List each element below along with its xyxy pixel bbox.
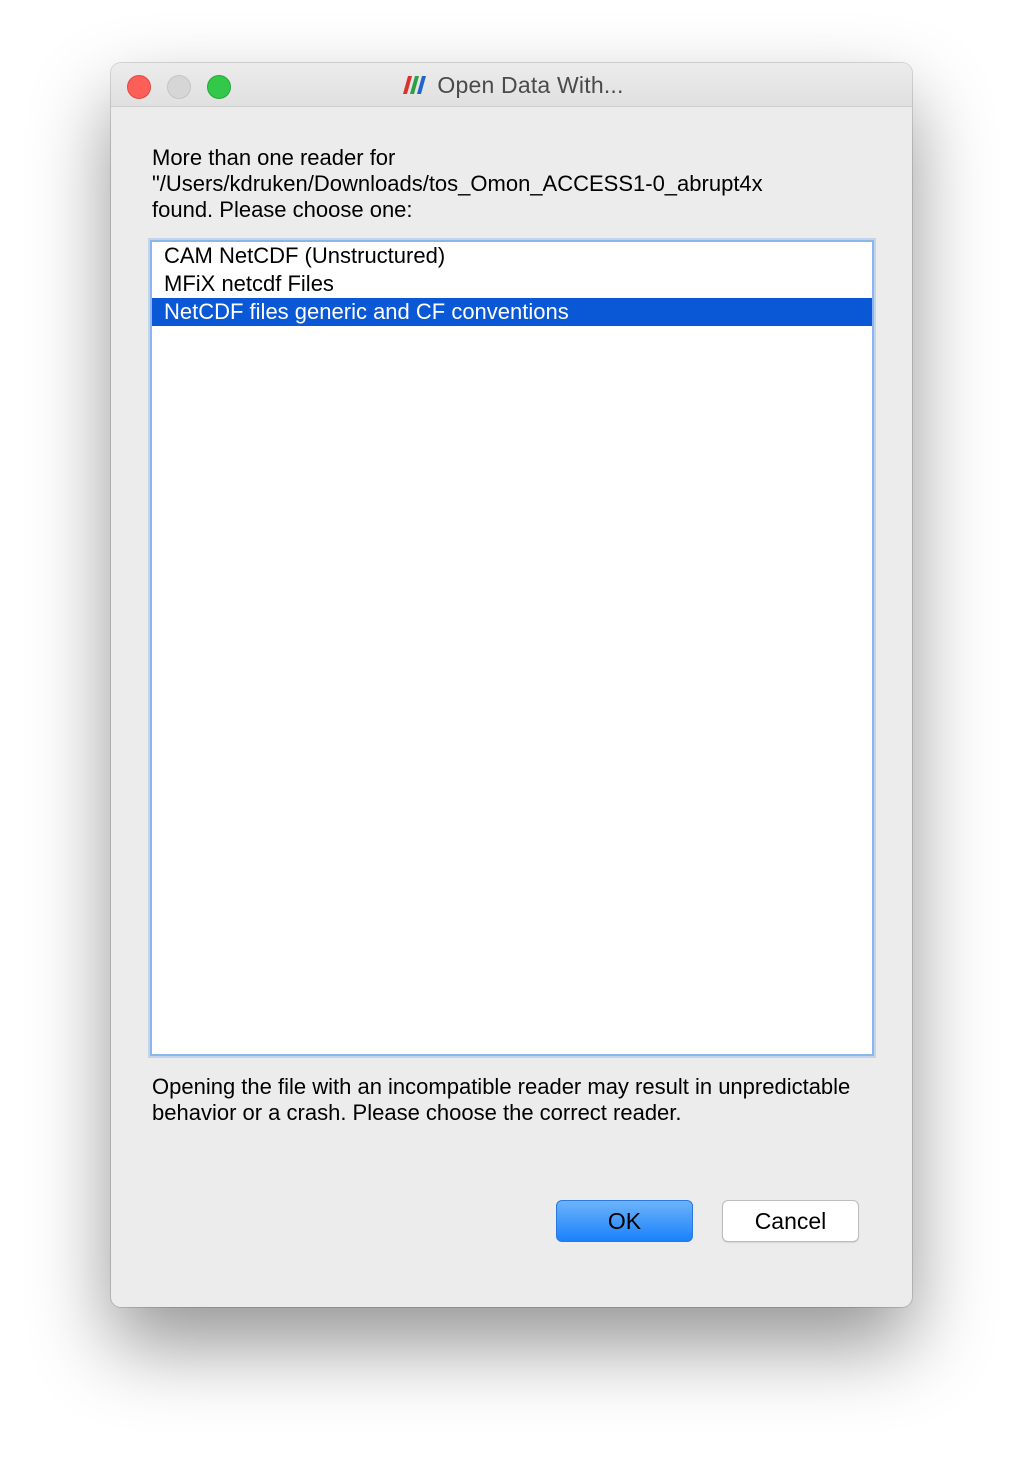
title-bar[interactable]: Open Data With... — [111, 63, 912, 107]
dialog-window: Open Data With... More than one reader f… — [111, 63, 912, 1307]
warning-text: Opening the file with an incompatible re… — [152, 1074, 851, 1125]
cancel-button[interactable]: Cancel — [722, 1200, 859, 1242]
paraview-logo-icon — [403, 76, 427, 94]
ok-button[interactable]: OK — [556, 1200, 693, 1242]
window-title: Open Data With... — [437, 71, 624, 98]
intro-text: More than one reader for "/Users/kdruken… — [152, 145, 763, 222]
list-item-selected[interactable]: NetCDF files generic and CF conventions — [152, 298, 872, 326]
list-item[interactable]: MFiX netcdf Files — [152, 270, 872, 298]
title-container: Open Data With... — [111, 63, 912, 107]
reader-list[interactable]: CAM NetCDF (Unstructured) MFiX netcdf Fi… — [150, 240, 874, 1056]
list-item[interactable]: CAM NetCDF (Unstructured) — [152, 242, 872, 270]
